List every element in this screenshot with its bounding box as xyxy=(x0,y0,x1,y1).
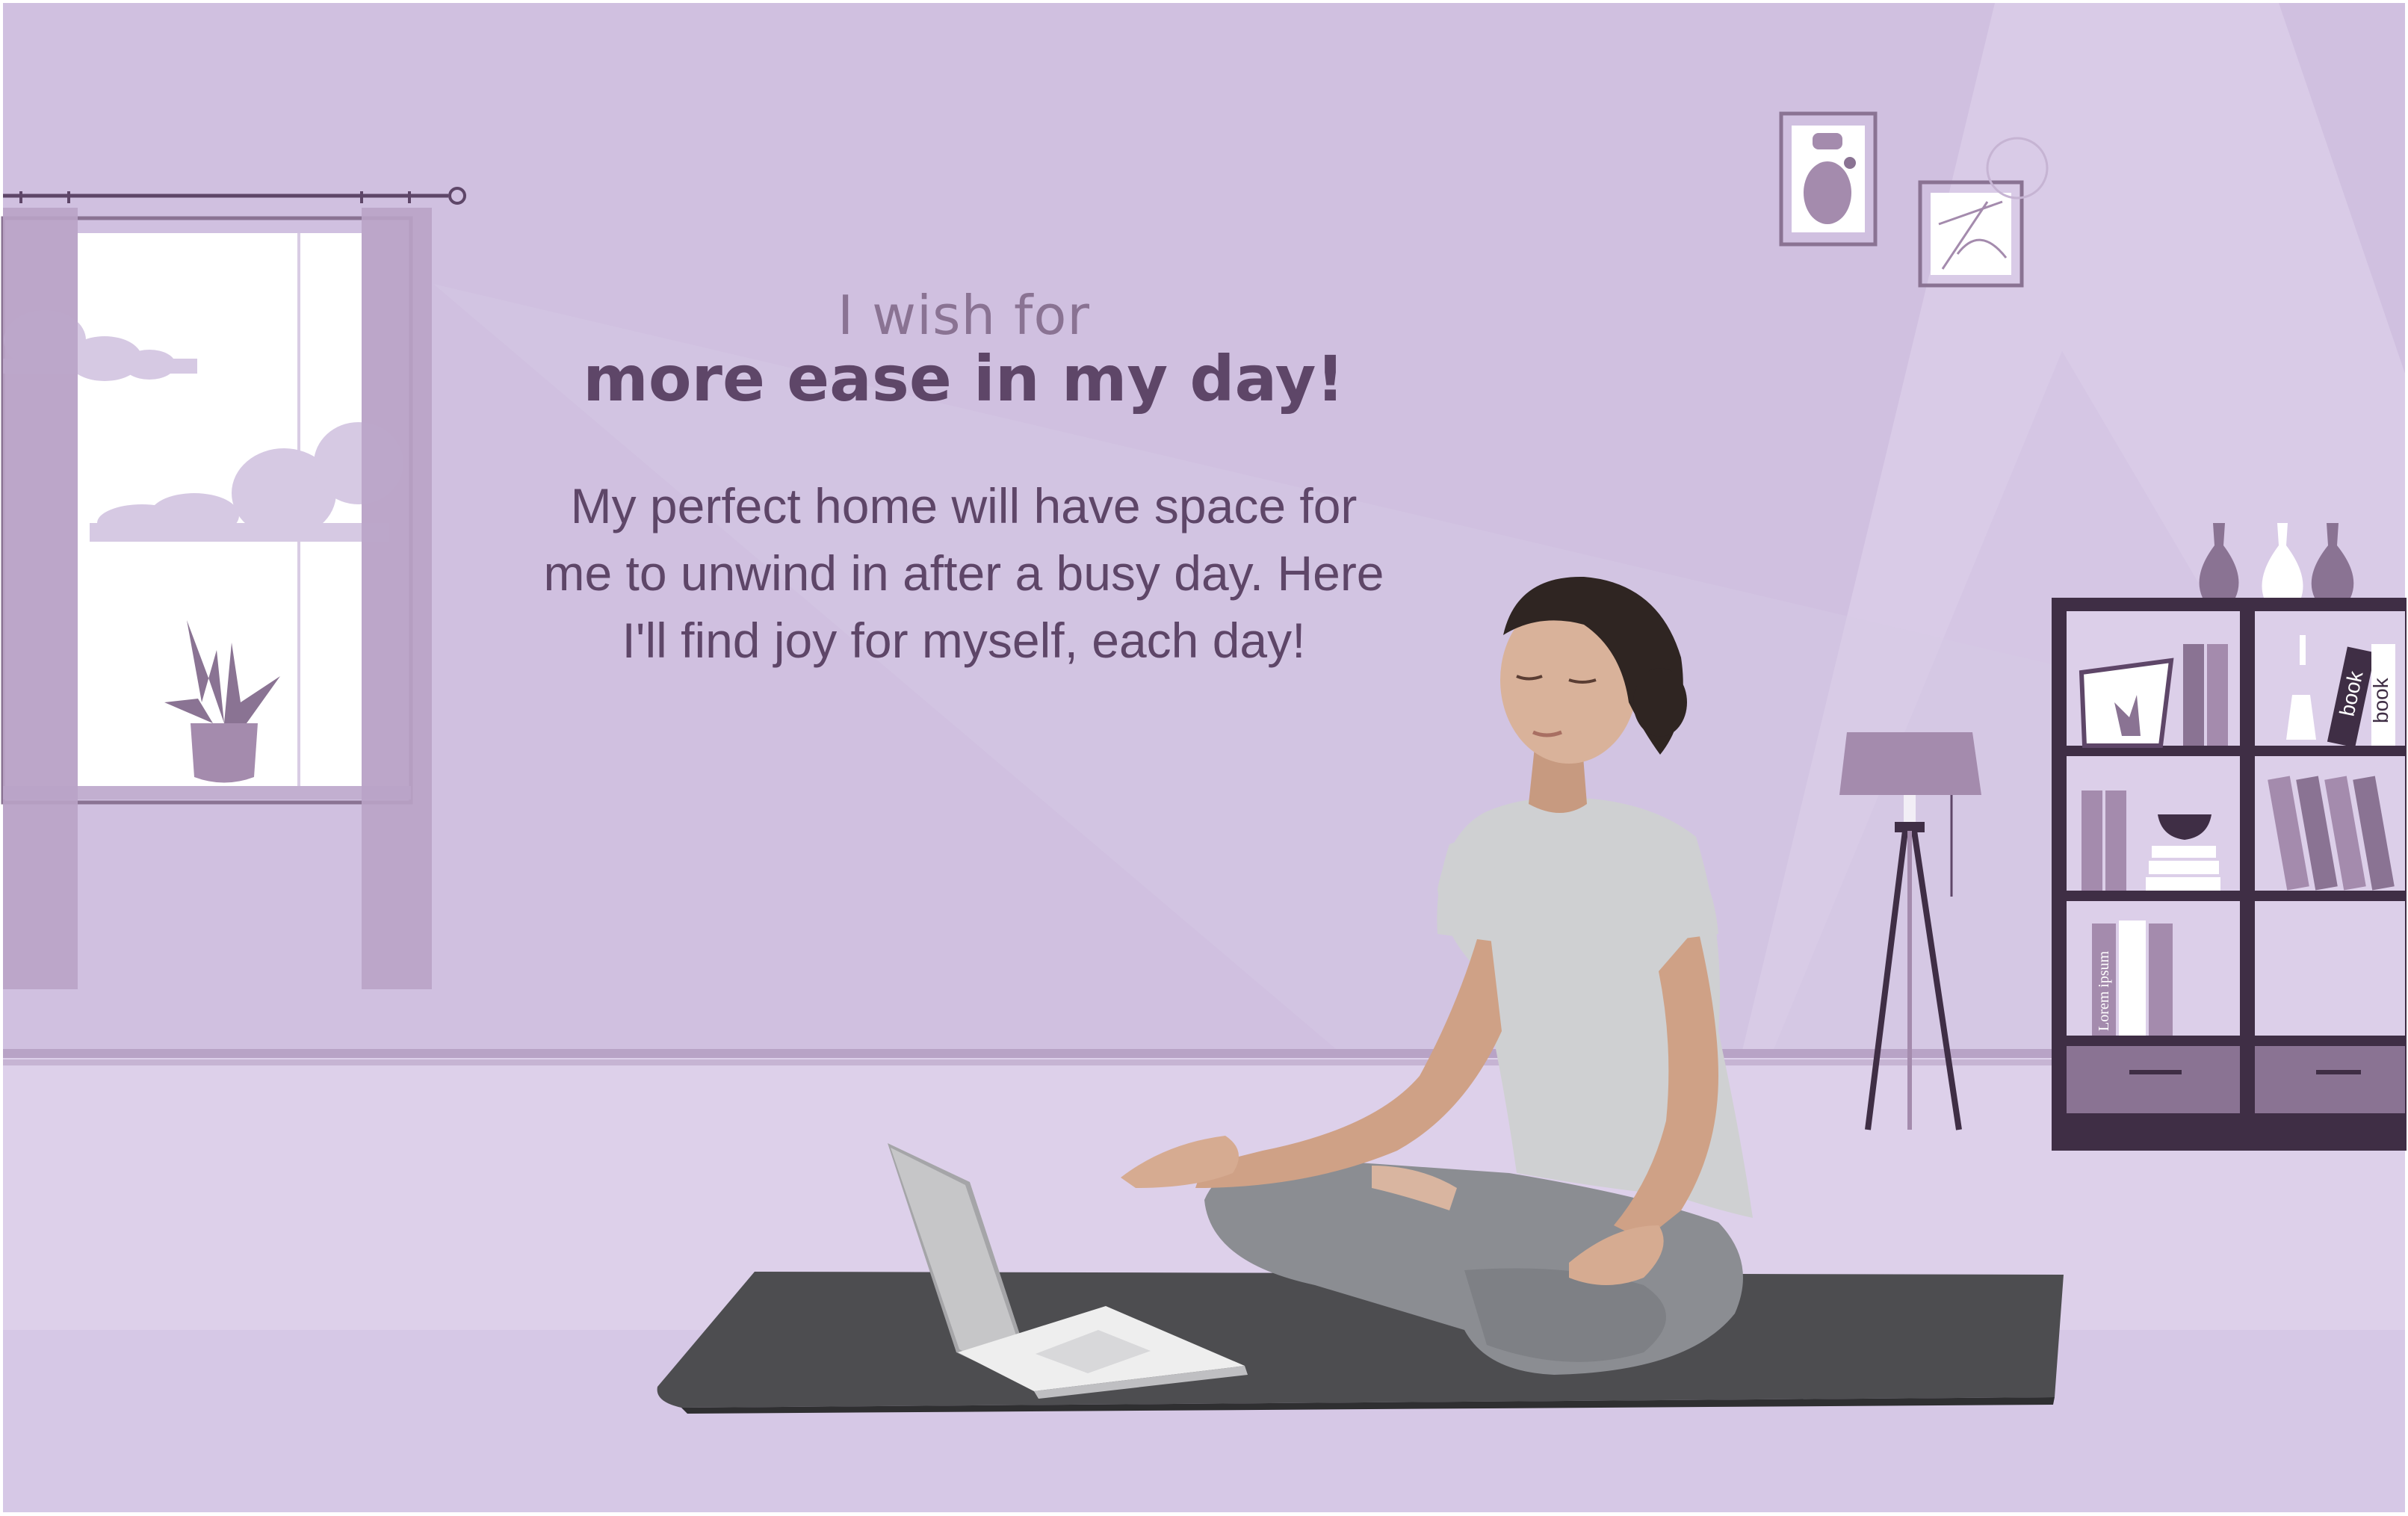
book-spine-label-2: book xyxy=(2369,677,2392,723)
body-paragraph: My perfect home will have space for me t… xyxy=(0,472,1928,674)
bookshelf: book book Lorem ipsum xyxy=(2052,523,2407,1151)
body-line: My perfect home will have space for xyxy=(570,478,1358,533)
body-line: I'll find joy for myself, each day! xyxy=(622,613,1306,668)
baseboard xyxy=(3,1049,2405,1058)
headline-main: more ease in my day! xyxy=(583,342,1345,415)
headline: I wish for more ease in my day! xyxy=(0,284,1928,415)
book-spine-lorem: Lorem ipsum xyxy=(2096,950,2112,1031)
room-illustration: book book Lorem ipsum xyxy=(0,0,2408,1516)
body-line: me to unwind in after a busy day. Here xyxy=(543,545,1384,601)
headline-intro: I wish for xyxy=(837,284,1091,347)
